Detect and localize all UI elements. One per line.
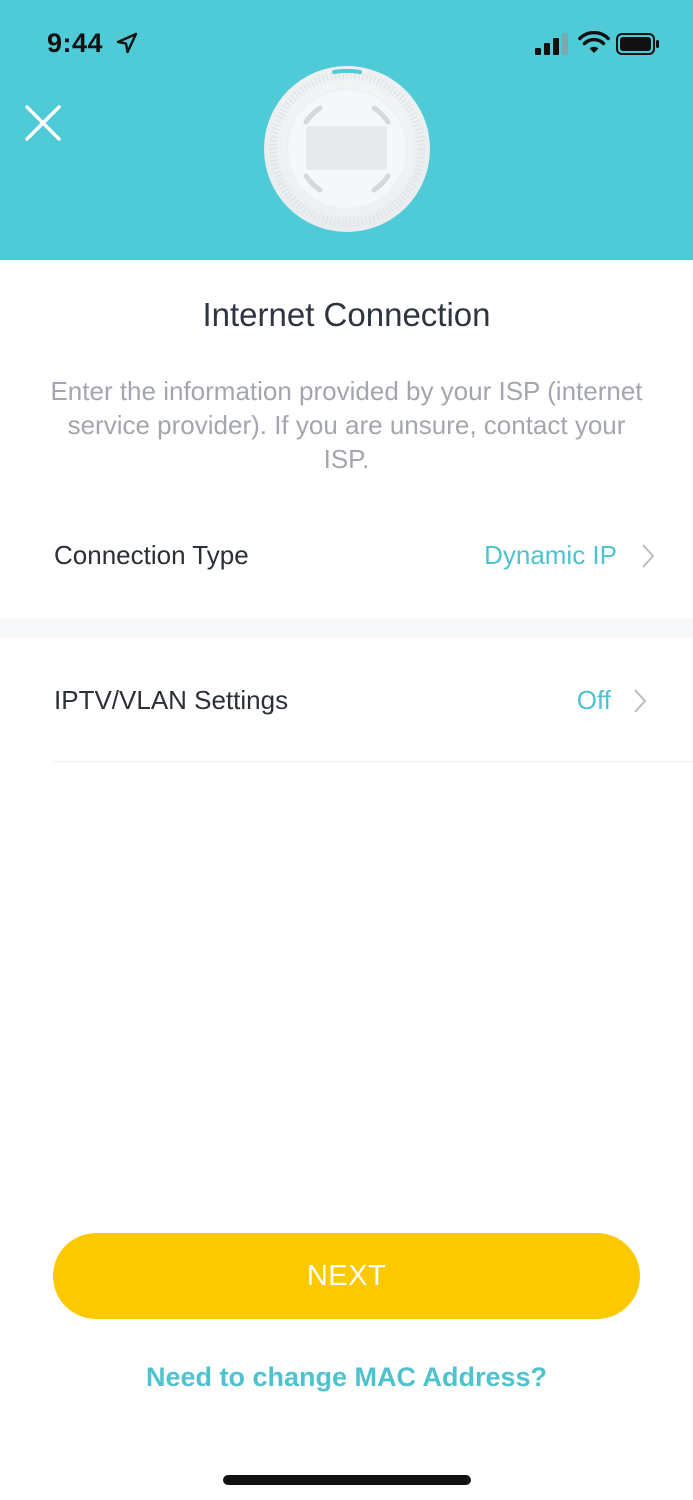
- page-title: Internet Connection: [202, 296, 491, 333]
- close-button[interactable]: [20, 100, 66, 146]
- connection-type-value: Dynamic IP: [484, 540, 617, 570]
- home-indicator: [223, 1475, 471, 1485]
- wifi-icon: [578, 31, 610, 53]
- iptv-vlan-label: IPTV/VLAN Settings: [54, 685, 289, 715]
- router-device-image: [264, 66, 430, 232]
- iptv-vlan-row[interactable]: IPTV/VLAN Settings Off: [0, 652, 693, 752]
- location-arrow-icon: [116, 32, 138, 54]
- chevron-right-icon: [642, 544, 655, 568]
- connection-type-label: Connection Type: [54, 540, 249, 570]
- close-icon: [25, 105, 61, 141]
- status-time: 9:44: [47, 28, 104, 58]
- header: 9:44: [0, 0, 693, 260]
- change-mac-address-link[interactable]: Need to change MAC Address?: [0, 1362, 693, 1393]
- page-description: Enter the information provided by your I…: [50, 376, 643, 474]
- battery-icon: [616, 33, 659, 55]
- iptv-vlan-value: Off: [576, 685, 611, 715]
- connection-type-row[interactable]: Connection Type Dynamic IP: [0, 507, 693, 607]
- chevron-right-icon: [634, 689, 647, 713]
- signal-icon: [535, 33, 568, 55]
- next-button-label: NEXT: [306, 1260, 387, 1292]
- section-divider: [0, 618, 693, 638]
- row-divider: [54, 761, 693, 762]
- next-button[interactable]: NEXT: [53, 1233, 640, 1319]
